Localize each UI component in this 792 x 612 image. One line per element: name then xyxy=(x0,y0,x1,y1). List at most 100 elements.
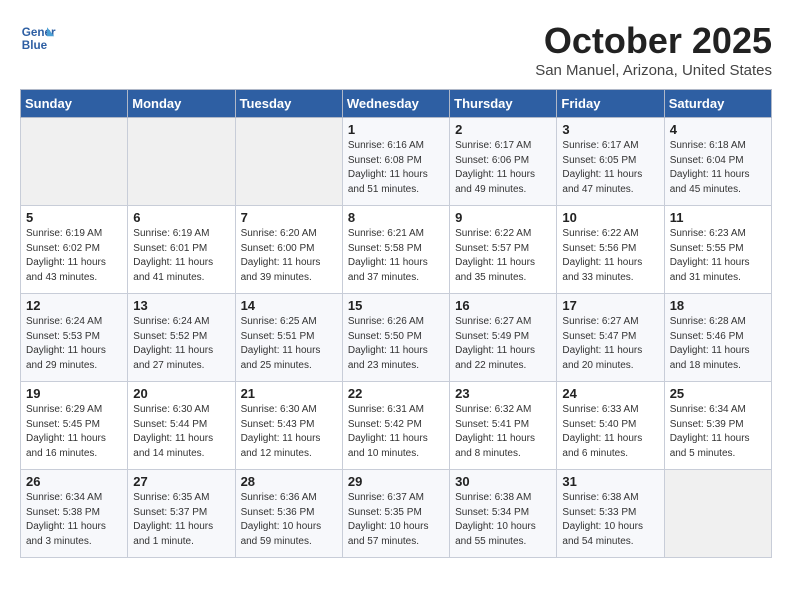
calendar-cell: 18 Sunrise: 6:28 AM Sunset: 5:46 PM Dayli… xyxy=(664,294,771,382)
logo: General Blue xyxy=(20,20,56,56)
day-info: Sunrise: 6:37 AM Sunset: 5:35 PM Dayligh… xyxy=(348,491,444,549)
calendar-cell: 7 Sunrise: 6:20 AM Sunset: 6:00 PM Daylig… xyxy=(235,206,342,294)
calendar-cell: 31Sunrise: 6:38 AM Sunset: 5:33 PM Dayli… xyxy=(557,470,664,558)
week-row-4: 19 Sunrise: 6:29 AM Sunset: 5:45 PM Dayli… xyxy=(21,382,772,470)
day-info: Sunrise: 6:29 AM Sunset: 5:45 PM Dayligh… xyxy=(26,403,122,461)
day-number: 29 xyxy=(348,474,444,489)
weekday-sunday: Sunday xyxy=(21,90,128,118)
calendar-cell: 5Sunrise: 6:19 AM Sunset: 6:02 PM Daylig… xyxy=(21,206,128,294)
day-info: Sunrise: 6:22 AM Sunset: 5:57 PM Dayligh… xyxy=(455,227,551,285)
day-info: Sunrise: 6:25 AM Sunset: 5:51 PM Dayligh… xyxy=(241,315,337,373)
day-info: Sunrise: 6:23 AM Sunset: 5:55 PM Dayligh… xyxy=(670,227,766,285)
subtitle: San Manuel, Arizona, United States xyxy=(535,62,772,79)
day-info: Sunrise: 6:35 AM Sunset: 5:37 PM Dayligh… xyxy=(133,491,229,549)
calendar-cell: 8 Sunrise: 6:21 AM Sunset: 5:58 PM Daylig… xyxy=(342,206,449,294)
day-info: Sunrise: 6:27 AM Sunset: 5:47 PM Dayligh… xyxy=(562,315,658,373)
day-number: 12 xyxy=(26,298,122,313)
day-number: 7 xyxy=(241,210,337,225)
day-number: 21 xyxy=(241,386,337,401)
weekday-wednesday: Wednesday xyxy=(342,90,449,118)
day-number: 31 xyxy=(562,474,658,489)
weekday-saturday: Saturday xyxy=(664,90,771,118)
day-number: 17 xyxy=(562,298,658,313)
calendar-cell: 28Sunrise: 6:36 AM Sunset: 5:36 PM Dayli… xyxy=(235,470,342,558)
logo-icon: General Blue xyxy=(20,20,56,56)
weekday-thursday: Thursday xyxy=(450,90,557,118)
day-info: Sunrise: 6:24 AM Sunset: 5:53 PM Dayligh… xyxy=(26,315,122,373)
calendar-cell xyxy=(235,118,342,206)
day-info: Sunrise: 6:32 AM Sunset: 5:41 PM Dayligh… xyxy=(455,403,551,461)
day-info: Sunrise: 6:34 AM Sunset: 5:38 PM Dayligh… xyxy=(26,491,122,549)
calendar-cell: 15 Sunrise: 6:26 AM Sunset: 5:50 PM Dayli… xyxy=(342,294,449,382)
day-number: 15 xyxy=(348,298,444,313)
day-number: 30 xyxy=(455,474,551,489)
calendar-cell: 19 Sunrise: 6:29 AM Sunset: 5:45 PM Dayli… xyxy=(21,382,128,470)
day-info: Sunrise: 6:17 AM Sunset: 6:05 PM Dayligh… xyxy=(562,139,658,197)
header: General Blue October 2025 San Manuel, Ar… xyxy=(20,20,772,79)
day-number: 20 xyxy=(133,386,229,401)
day-number: 26 xyxy=(26,474,122,489)
calendar-cell: 29 Sunrise: 6:37 AM Sunset: 5:35 PM Dayli… xyxy=(342,470,449,558)
day-number: 8 xyxy=(348,210,444,225)
calendar-body: 1Sunrise: 6:16 AM Sunset: 6:08 PM Daylig… xyxy=(21,118,772,558)
calendar-cell: 4Sunrise: 6:18 AM Sunset: 6:04 PM Daylig… xyxy=(664,118,771,206)
day-info: Sunrise: 6:16 AM Sunset: 6:08 PM Dayligh… xyxy=(348,139,444,197)
title-area: October 2025 San Manuel, Arizona, United… xyxy=(535,20,772,79)
day-info: Sunrise: 6:38 AM Sunset: 5:34 PM Dayligh… xyxy=(455,491,551,549)
day-info: Sunrise: 6:28 AM Sunset: 5:46 PM Dayligh… xyxy=(670,315,766,373)
day-number: 9 xyxy=(455,210,551,225)
calendar-cell: 30 Sunrise: 6:38 AM Sunset: 5:34 PM Dayli… xyxy=(450,470,557,558)
day-number: 28 xyxy=(241,474,337,489)
day-info: Sunrise: 6:27 AM Sunset: 5:49 PM Dayligh… xyxy=(455,315,551,373)
day-number: 22 xyxy=(348,386,444,401)
calendar-cell: 24 Sunrise: 6:33 AM Sunset: 5:40 PM Dayli… xyxy=(557,382,664,470)
day-number: 10 xyxy=(562,210,658,225)
day-number: 24 xyxy=(562,386,658,401)
calendar-cell: 26 Sunrise: 6:34 AM Sunset: 5:38 PM Dayli… xyxy=(21,470,128,558)
day-info: Sunrise: 6:19 AM Sunset: 6:01 PM Dayligh… xyxy=(133,227,229,285)
calendar-cell: 21 Sunrise: 6:30 AM Sunset: 5:43 PM Dayli… xyxy=(235,382,342,470)
day-info: Sunrise: 6:20 AM Sunset: 6:00 PM Dayligh… xyxy=(241,227,337,285)
calendar-cell xyxy=(664,470,771,558)
day-number: 27 xyxy=(133,474,229,489)
day-info: Sunrise: 6:21 AM Sunset: 5:58 PM Dayligh… xyxy=(348,227,444,285)
calendar-cell: 2Sunrise: 6:17 AM Sunset: 6:06 PM Daylig… xyxy=(450,118,557,206)
weekday-tuesday: Tuesday xyxy=(235,90,342,118)
calendar-cell: 1Sunrise: 6:16 AM Sunset: 6:08 PM Daylig… xyxy=(342,118,449,206)
day-number: 25 xyxy=(670,386,766,401)
day-number: 18 xyxy=(670,298,766,313)
day-info: Sunrise: 6:30 AM Sunset: 5:43 PM Dayligh… xyxy=(241,403,337,461)
svg-text:Blue: Blue xyxy=(22,39,48,52)
calendar-cell xyxy=(21,118,128,206)
calendar-cell: 13 Sunrise: 6:24 AM Sunset: 5:52 PM Dayli… xyxy=(128,294,235,382)
day-number: 16 xyxy=(455,298,551,313)
weekday-friday: Friday xyxy=(557,90,664,118)
day-info: Sunrise: 6:34 AM Sunset: 5:39 PM Dayligh… xyxy=(670,403,766,461)
weekday-monday: Monday xyxy=(128,90,235,118)
calendar-cell: 20 Sunrise: 6:30 AM Sunset: 5:44 PM Dayli… xyxy=(128,382,235,470)
day-info: Sunrise: 6:24 AM Sunset: 5:52 PM Dayligh… xyxy=(133,315,229,373)
day-number: 14 xyxy=(241,298,337,313)
calendar-cell: 12 Sunrise: 6:24 AM Sunset: 5:53 PM Dayli… xyxy=(21,294,128,382)
day-info: Sunrise: 6:26 AM Sunset: 5:50 PM Dayligh… xyxy=(348,315,444,373)
calendar-cell: 27 Sunrise: 6:35 AM Sunset: 5:37 PM Dayli… xyxy=(128,470,235,558)
day-info: Sunrise: 6:30 AM Sunset: 5:44 PM Dayligh… xyxy=(133,403,229,461)
day-info: Sunrise: 6:22 AM Sunset: 5:56 PM Dayligh… xyxy=(562,227,658,285)
calendar-cell: 17 Sunrise: 6:27 AM Sunset: 5:47 PM Dayli… xyxy=(557,294,664,382)
calendar-cell: 14 Sunrise: 6:25 AM Sunset: 5:51 PM Dayli… xyxy=(235,294,342,382)
calendar-cell: 11 Sunrise: 6:23 AM Sunset: 5:55 PM Dayli… xyxy=(664,206,771,294)
calendar-cell: 22Sunrise: 6:31 AM Sunset: 5:42 PM Dayli… xyxy=(342,382,449,470)
day-number: 23 xyxy=(455,386,551,401)
weekday-header-row: SundayMondayTuesdayWednesdayThursdayFrid… xyxy=(21,90,772,118)
day-number: 11 xyxy=(670,210,766,225)
calendar-cell: 10 Sunrise: 6:22 AM Sunset: 5:56 PM Dayli… xyxy=(557,206,664,294)
day-number: 2 xyxy=(455,122,551,137)
day-number: 19 xyxy=(26,386,122,401)
week-row-3: 12 Sunrise: 6:24 AM Sunset: 5:53 PM Dayli… xyxy=(21,294,772,382)
day-number: 13 xyxy=(133,298,229,313)
day-number: 5 xyxy=(26,210,122,225)
week-row-5: 26 Sunrise: 6:34 AM Sunset: 5:38 PM Dayli… xyxy=(21,470,772,558)
day-info: Sunrise: 6:33 AM Sunset: 5:40 PM Dayligh… xyxy=(562,403,658,461)
month-title: October 2025 xyxy=(535,20,772,62)
calendar-table: SundayMondayTuesdayWednesdayThursdayFrid… xyxy=(20,89,772,558)
